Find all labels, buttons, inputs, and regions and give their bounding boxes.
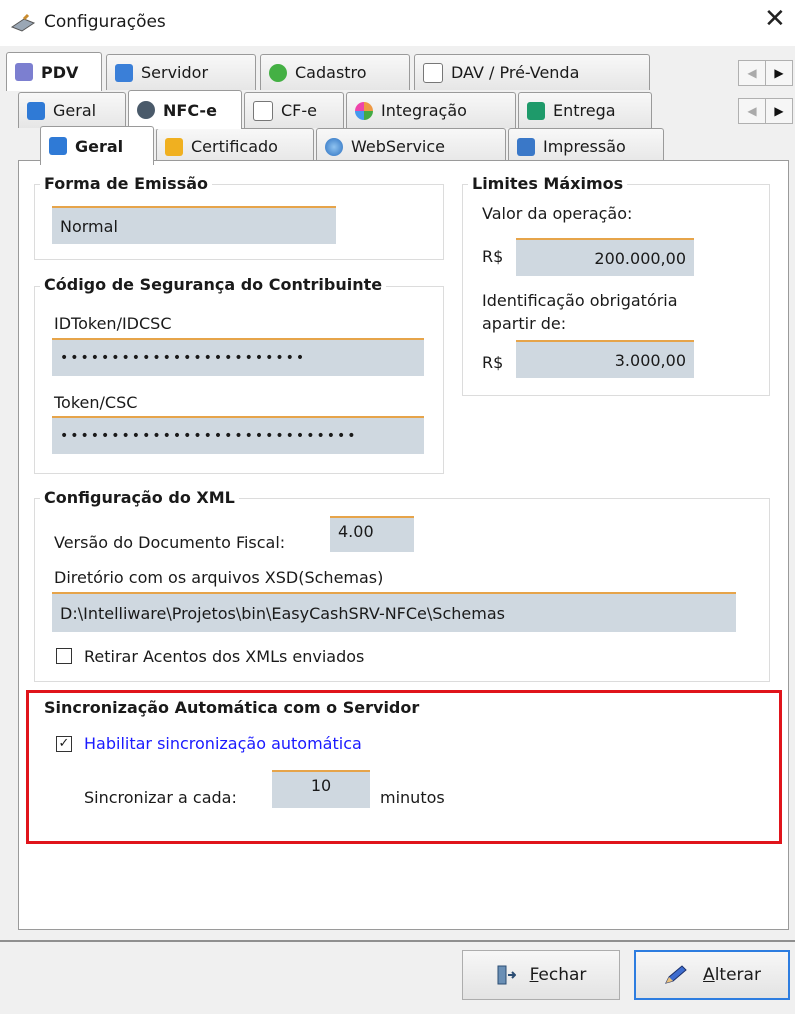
token-label: Token/CSC bbox=[54, 393, 138, 412]
tab-dav-pre-venda[interactable]: DAV / Pré-Venda bbox=[414, 54, 650, 90]
general-icon bbox=[49, 137, 67, 155]
identificacao-label-2: apartir de: bbox=[482, 314, 567, 333]
valor-operacao-label: Valor da operação: bbox=[482, 204, 633, 223]
forma-emissao-title: Forma de Emissão bbox=[40, 174, 212, 193]
general-icon bbox=[27, 101, 45, 120]
tab-geral-pdv[interactable]: Geral bbox=[18, 92, 126, 128]
diretorio-label: Diretório com os arquivos XSD(Schemas) bbox=[54, 568, 384, 587]
tab-label: Geral bbox=[53, 101, 97, 120]
nfce-icon bbox=[137, 101, 155, 119]
tab-label: Impressão bbox=[543, 137, 626, 156]
sync-intervalo-field[interactable]: 10 bbox=[272, 770, 370, 808]
tab-label: Cadastro bbox=[295, 63, 367, 82]
versao-label: Versão do Documento Fiscal: bbox=[54, 533, 286, 552]
identificacao-label-1: Identificação obrigatória bbox=[482, 291, 678, 310]
tab-scroll-row-2: ◀ ▶ bbox=[738, 98, 793, 124]
xml-title: Configuração do XML bbox=[40, 488, 239, 507]
tab-geral-nfce[interactable]: Geral bbox=[40, 126, 154, 165]
fechar-label: Fechar bbox=[529, 965, 587, 985]
tab-pdv[interactable]: PDV bbox=[6, 52, 102, 91]
tab-label: WebService bbox=[351, 137, 446, 156]
tab-label: PDV bbox=[41, 62, 79, 82]
versao-field[interactable]: 4.00 bbox=[330, 516, 414, 552]
tab-servidor[interactable]: Servidor bbox=[106, 54, 256, 90]
limites-title: Limites Máximos bbox=[468, 174, 628, 193]
tab-cadastro[interactable]: Cadastro bbox=[260, 54, 410, 90]
scroll-right-icon[interactable]: ▶ bbox=[765, 98, 793, 124]
tab-entrega[interactable]: Entrega bbox=[518, 92, 652, 128]
tabs-row-1: PDV Servidor Cadastro DAV / Pré-Venda ◀ … bbox=[6, 52, 795, 91]
window-title: Configurações bbox=[44, 12, 166, 32]
tab-impressao[interactable]: Impressão bbox=[508, 128, 664, 164]
tab-scroll-row-1: ◀ ▶ bbox=[738, 60, 793, 86]
printer-icon bbox=[517, 137, 535, 156]
app-icon bbox=[10, 13, 36, 32]
currency-label: R$ bbox=[482, 353, 504, 372]
scroll-left-icon[interactable]: ◀ bbox=[738, 98, 766, 124]
tab-certificado[interactable]: Certificado bbox=[156, 128, 314, 164]
tab-label: CF-e bbox=[281, 101, 317, 120]
tabs-row-3: Geral Certificado WebService Impressão bbox=[6, 126, 795, 165]
document-icon bbox=[423, 62, 443, 83]
tab-label: Geral bbox=[75, 136, 124, 156]
identificacao-field[interactable]: 3.000,00 bbox=[516, 340, 694, 378]
delivery-icon bbox=[527, 101, 545, 120]
tab-label: NFC-e bbox=[163, 100, 217, 120]
integration-icon bbox=[355, 101, 373, 120]
tab-integracao[interactable]: Integração bbox=[346, 92, 516, 128]
server-icon bbox=[115, 63, 133, 82]
tab-webservice[interactable]: WebService bbox=[316, 128, 506, 164]
retirar-acentos-label: Retirar Acentos dos XMLs enviados bbox=[84, 647, 365, 666]
sync-unit-label: minutos bbox=[380, 788, 445, 807]
alterar-button[interactable]: Alterar bbox=[634, 950, 790, 1000]
close-icon[interactable]: ✕ bbox=[764, 6, 786, 32]
exit-door-icon bbox=[497, 965, 516, 985]
add-icon bbox=[269, 63, 287, 82]
footer-separator bbox=[0, 940, 795, 942]
idtoken-label: IDToken/IDCSC bbox=[54, 314, 172, 333]
habilitar-sync-checkbox[interactable]: ✓ bbox=[56, 736, 72, 752]
valor-operacao-field[interactable]: 200.000,00 bbox=[516, 238, 694, 276]
currency-label: R$ bbox=[482, 247, 504, 266]
certificate-icon bbox=[165, 137, 183, 156]
idtoken-field[interactable]: •••••••••••••••••••••••• bbox=[52, 338, 424, 376]
tab-label: DAV / Pré-Venda bbox=[451, 63, 580, 82]
tab-nfce[interactable]: NFC-e bbox=[128, 90, 242, 129]
codigo-seguranca-title: Código de Segurança do Contribuinte bbox=[40, 275, 387, 294]
alterar-label: Alterar bbox=[703, 965, 761, 985]
fechar-button[interactable]: Fechar bbox=[462, 950, 620, 1000]
forma-emissao-field[interactable]: Normal bbox=[52, 206, 336, 244]
retirar-acentos-checkbox[interactable] bbox=[56, 648, 72, 664]
token-field[interactable]: ••••••••••••••••••••••••••••• bbox=[52, 416, 424, 454]
tabs-row-2: Geral NFC-e CF-e Integração Entrega ◀ ▶ bbox=[6, 90, 795, 129]
tab-label: Certificado bbox=[191, 137, 278, 156]
tab-label: Integração bbox=[381, 101, 467, 120]
diretorio-field[interactable]: D:\Intelliware\Projetos\bin\EasyCashSRV-… bbox=[52, 592, 736, 632]
habilitar-sync-label[interactable]: Habilitar sincronização automática bbox=[84, 734, 362, 753]
tab-cfe[interactable]: CF-e bbox=[244, 92, 344, 128]
sync-title: Sincronização Automática com o Servidor bbox=[44, 698, 420, 717]
globe-icon bbox=[325, 137, 343, 156]
title-bar: Configurações ✕ bbox=[0, 0, 795, 46]
pdv-icon bbox=[15, 63, 33, 81]
tab-label: Servidor bbox=[141, 63, 209, 82]
document-icon bbox=[253, 100, 273, 121]
tab-label: Entrega bbox=[553, 101, 616, 120]
scroll-left-icon[interactable]: ◀ bbox=[738, 60, 766, 86]
scroll-right-icon[interactable]: ▶ bbox=[765, 60, 793, 86]
sync-intervalo-label: Sincronizar a cada: bbox=[84, 788, 237, 807]
pencil-icon bbox=[665, 965, 687, 984]
